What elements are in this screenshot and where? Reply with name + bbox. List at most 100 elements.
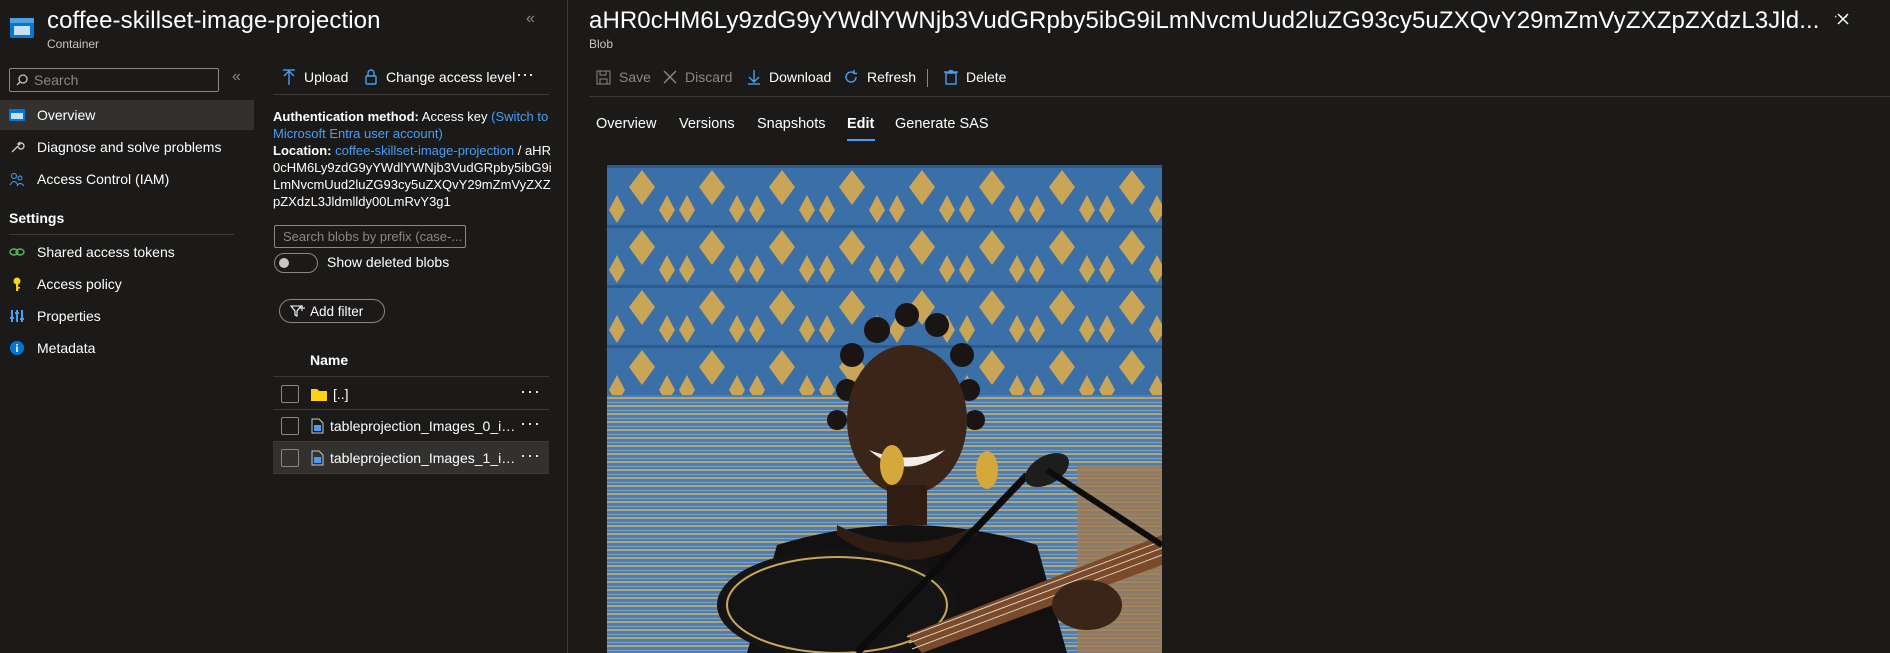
tab-generate-sas[interactable]: Generate SAS (895, 116, 989, 132)
lock-icon (364, 69, 378, 85)
divider (273, 376, 549, 377)
download-label: Download (769, 69, 832, 85)
menu-item-metadata[interactable]: Metadata (0, 333, 254, 363)
blob-blade: aHR0cHM6Ly9zdG9yYWdlYWNjb3VudGRpby5ibG9i… (569, 0, 1890, 653)
file-icon (311, 450, 324, 466)
discard-icon (663, 70, 677, 84)
collapse-menu-icon[interactable]: « (232, 68, 241, 86)
row-more-icon[interactable]: ··· (520, 445, 541, 466)
add-filter-button[interactable]: Add filter (279, 299, 385, 323)
menu-item-diagnose[interactable]: Diagnose and solve problems (0, 132, 254, 162)
upload-label: Upload (304, 69, 349, 85)
menu-item-label: Access Control (IAM) (37, 171, 170, 187)
location-container-link[interactable]: coffee-skillset-image-projection (335, 143, 514, 158)
divider (9, 234, 234, 235)
auth-method: Authentication method: Access key (Switc… (273, 108, 555, 142)
container-title: coffee-skillset-image-projection (47, 7, 381, 34)
search-placeholder: Search (34, 72, 79, 88)
name-column-header[interactable]: Name (310, 352, 348, 368)
menu-item-properties[interactable]: Properties (0, 301, 254, 331)
container-overview-icon (9, 107, 25, 123)
blob-prefix-search-input[interactable]: Search blobs by prefix (case-... (274, 225, 466, 248)
tab-snapshots[interactable]: Snapshots (757, 116, 826, 132)
tab-overview[interactable]: Overview (596, 116, 656, 132)
row-checkbox[interactable] (281, 384, 299, 403)
location: Location: coffee-skillset-image-projecti… (273, 142, 555, 210)
file-icon (311, 418, 324, 434)
settings-header: Settings (9, 210, 65, 226)
more-commands-button[interactable]: ··· (516, 64, 534, 85)
upload-icon (282, 69, 296, 85)
people-icon (9, 171, 25, 187)
woman-with-guitar-photo (607, 165, 1162, 653)
menu-item-label: Overview (37, 107, 96, 123)
menu-item-access-policy[interactable]: Access policy (0, 269, 254, 299)
close-icon-wrap[interactable] (1836, 12, 1850, 26)
menu-item-label: Shared access tokens (37, 244, 175, 260)
show-deleted-toggle[interactable] (274, 253, 318, 273)
tab-indicator (847, 139, 875, 141)
row-name[interactable]: tableprojection_Images_1_img... (330, 450, 516, 466)
download-button[interactable]: Download (747, 69, 831, 85)
container-blade: coffee-skillset-image-projection Contain… (0, 0, 568, 653)
filter-add-icon (290, 304, 306, 318)
auth-label: Authentication method: (273, 109, 419, 124)
refresh-icon (843, 69, 859, 85)
wrench-icon (9, 139, 25, 155)
divider (273, 94, 549, 95)
menu-item-iam[interactable]: Access Control (IAM) (0, 164, 254, 194)
blob-subtitle: Blob (589, 37, 614, 51)
location-separator: / (517, 143, 522, 158)
search-icon (16, 74, 28, 86)
row-name[interactable]: tableprojection_Images_0_img... (330, 418, 516, 434)
folder-icon (311, 387, 327, 401)
blob-image-preview (607, 165, 1162, 653)
tab-versions[interactable]: Versions (679, 116, 735, 132)
row-more-icon[interactable]: ··· (520, 413, 541, 434)
menu-item-label: Properties (37, 308, 101, 324)
menu-item-overview[interactable]: Overview (0, 100, 254, 130)
close-icon (1837, 13, 1849, 25)
save-button[interactable]: Save (596, 69, 651, 85)
save-icon (596, 70, 611, 85)
row-name[interactable]: [..] (333, 386, 519, 402)
download-icon (747, 69, 761, 85)
collapse-blade-icon[interactable]: « (526, 10, 535, 28)
row-more-icon[interactable]: ··· (520, 381, 541, 402)
table-row-selected[interactable]: tableprojection_Images_1_img... ··· (273, 442, 549, 474)
auth-value: Access key (421, 109, 488, 124)
trash-icon (944, 69, 958, 85)
discard-button[interactable]: Discard (663, 69, 732, 85)
table-row[interactable]: [..] ··· (273, 378, 549, 410)
menu-item-shared-access-tokens[interactable]: Shared access tokens (0, 237, 254, 267)
refresh-button[interactable]: Refresh (843, 69, 916, 85)
toggle-knob (279, 258, 289, 268)
row-checkbox[interactable] (281, 416, 299, 435)
blob-search-placeholder: Search blobs by prefix (case-... (283, 229, 463, 244)
row-checkbox[interactable] (281, 448, 299, 467)
menu-item-label: Metadata (37, 340, 96, 356)
location-label: Location: (273, 143, 332, 158)
delete-button[interactable]: Delete (944, 69, 1006, 85)
save-label: Save (619, 69, 651, 85)
upload-button[interactable]: Upload (282, 69, 348, 85)
link-icon (9, 244, 25, 260)
menu-item-label: Access policy (37, 276, 122, 292)
table-row[interactable]: tableprojection_Images_0_img... ··· (273, 410, 549, 442)
delete-label: Delete (966, 69, 1007, 85)
toolbar-divider (927, 69, 928, 87)
container-icon (9, 15, 35, 39)
discard-label: Discard (685, 69, 733, 85)
show-deleted-label: Show deleted blobs (327, 254, 450, 270)
key-icon (9, 276, 25, 292)
blob-title: aHR0cHM6Ly9zdG9yYWdlYWNjb3VudGRpby5ibG9i… (589, 7, 1820, 34)
menu-search-input[interactable]: Search (9, 68, 219, 92)
divider (589, 96, 1890, 97)
tab-edit[interactable]: Edit (847, 116, 874, 132)
sliders-icon (9, 308, 25, 324)
info-icon (9, 340, 25, 356)
container-subtitle: Container (47, 37, 100, 51)
change-access-level-button[interactable]: Change access level (364, 69, 515, 85)
change-access-label: Change access level (386, 69, 516, 85)
add-filter-label: Add filter (310, 303, 364, 319)
